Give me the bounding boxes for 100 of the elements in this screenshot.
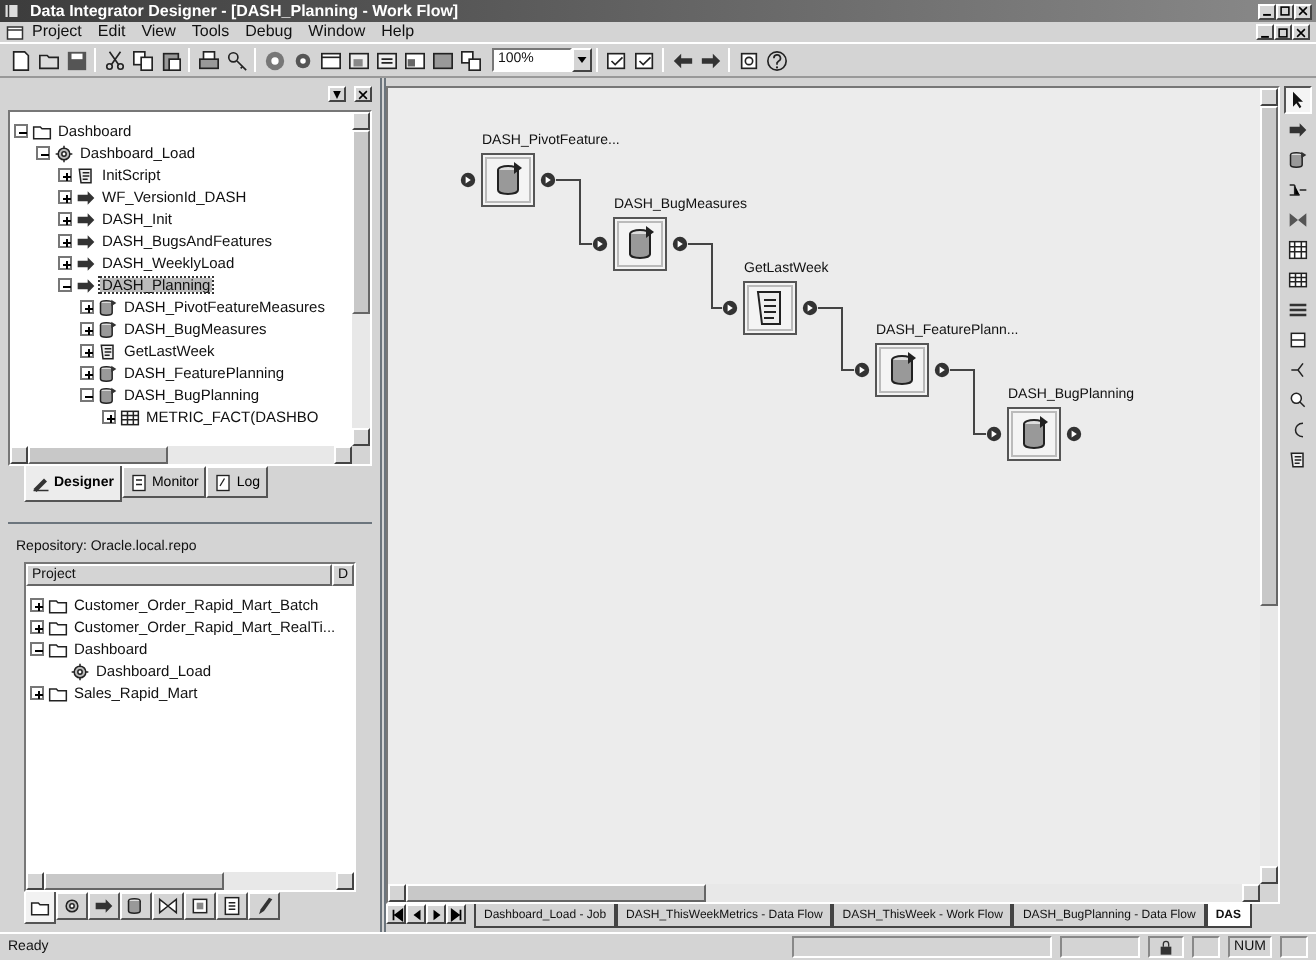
database-icon [98,297,118,317]
connector-line [949,369,987,435]
plus-icon [32,600,46,615]
toolbar-button[interactable] [100,46,128,74]
document-icon [222,896,242,916]
expand-toggle[interactable] [80,366,94,380]
dataflow-node[interactable] [592,217,688,271]
expand-toggle[interactable] [30,620,44,634]
connector-line [555,179,593,245]
checkbox-icon [605,49,627,71]
horizontal-scrollbar[interactable] [10,446,352,464]
expand-toggle[interactable] [80,300,94,314]
expand-toggle[interactable] [30,686,44,700]
help-icon [765,49,787,71]
print-icon [197,49,219,71]
expand-toggle[interactable] [80,322,94,336]
bowtie-icon [158,896,178,916]
close-button[interactable] [1294,3,1312,19]
toolbar-button[interactable] [762,46,790,74]
back-arrow-icon [671,49,693,71]
dropdown-button[interactable] [572,48,592,72]
dataflow-node[interactable] [460,153,556,207]
folder-icon [48,683,68,703]
palette-tool[interactable] [1284,146,1312,174]
open-folder-icon [37,49,59,71]
query-icon [1288,180,1308,200]
window-icon [319,49,341,71]
vertical-scrollbar[interactable] [1260,88,1278,884]
plus-icon [82,346,96,361]
expand-toggle[interactable] [58,256,72,270]
expand-toggle[interactable] [58,190,72,204]
plus-icon [60,170,74,185]
expand-toggle[interactable] [80,344,94,358]
menu-item[interactable]: Tools [183,22,238,42]
expand-toggle[interactable] [30,642,44,656]
database-icon [98,363,118,383]
scroll-icon [98,341,118,361]
database-icon [98,385,118,405]
toolbar-button[interactable] [62,46,90,74]
plus-icon [60,258,74,273]
expand-toggle[interactable] [36,146,50,160]
refresh-icon [737,49,759,71]
toolbar-button[interactable] [222,46,250,74]
status-panel [1060,936,1141,958]
right-triangle-icon [429,907,443,921]
scissors-icon [103,49,125,71]
left-triangle-icon [409,907,423,921]
connector-line [687,243,723,309]
repository-tab[interactable] [24,892,56,924]
palette-tool[interactable] [1284,86,1312,114]
expand-toggle[interactable] [102,410,116,424]
close-button[interactable] [354,86,372,102]
pin-button[interactable] [328,86,346,102]
dataflow-node[interactable] [986,407,1082,461]
arrow-icon [1288,120,1308,140]
menu-item[interactable]: Debug [237,22,301,42]
vertical-scrollbar[interactable] [352,112,370,446]
dataflow-node[interactable] [854,343,950,397]
caret-icon [576,54,588,66]
expand-toggle[interactable] [14,124,28,138]
window-icon [431,49,453,71]
last-tab-button[interactable] [446,904,466,924]
plus-icon [32,688,46,703]
grid-icon [1288,240,1308,260]
menu-item[interactable]: Edit [89,22,134,42]
minimize-button[interactable] [1256,24,1274,40]
table-icon [1288,270,1308,290]
folder-icon [32,121,52,141]
expand-toggle[interactable] [58,278,72,292]
connector-line [817,307,855,371]
lock-icon [1158,939,1175,955]
menu-item[interactable]: Help [373,22,423,42]
window-icon [347,49,369,71]
palette-tool[interactable] [1284,236,1312,264]
minimize-button[interactable] [1258,3,1276,19]
database-icon [126,896,146,916]
expand-toggle[interactable] [58,212,72,226]
toolbar-button[interactable] [128,46,156,74]
folder-icon [30,897,50,917]
horizontal-scrollbar[interactable] [26,872,354,890]
horizontal-scrollbar[interactable] [388,884,1260,902]
close-icon [1296,4,1310,18]
first-tab-button[interactable] [386,904,406,924]
menu-item[interactable]: Window [300,22,374,42]
expand-toggle[interactable] [58,234,72,248]
expand-toggle[interactable] [58,168,72,182]
menu-item[interactable]: Project [24,22,90,42]
expand-toggle[interactable] [80,388,94,402]
lines-icon [1288,300,1308,320]
menu-item[interactable]: View [133,22,184,42]
pin-icon [330,87,344,101]
script-node[interactable] [722,281,818,335]
status-panel [1192,936,1221,958]
close-button[interactable] [1292,24,1310,40]
plus-icon [82,302,96,317]
expand-toggle[interactable] [30,598,44,612]
toolbar-button[interactable] [456,46,484,74]
window-icon [375,49,397,71]
window-icon [459,49,481,71]
toolbar-button[interactable] [194,46,222,74]
